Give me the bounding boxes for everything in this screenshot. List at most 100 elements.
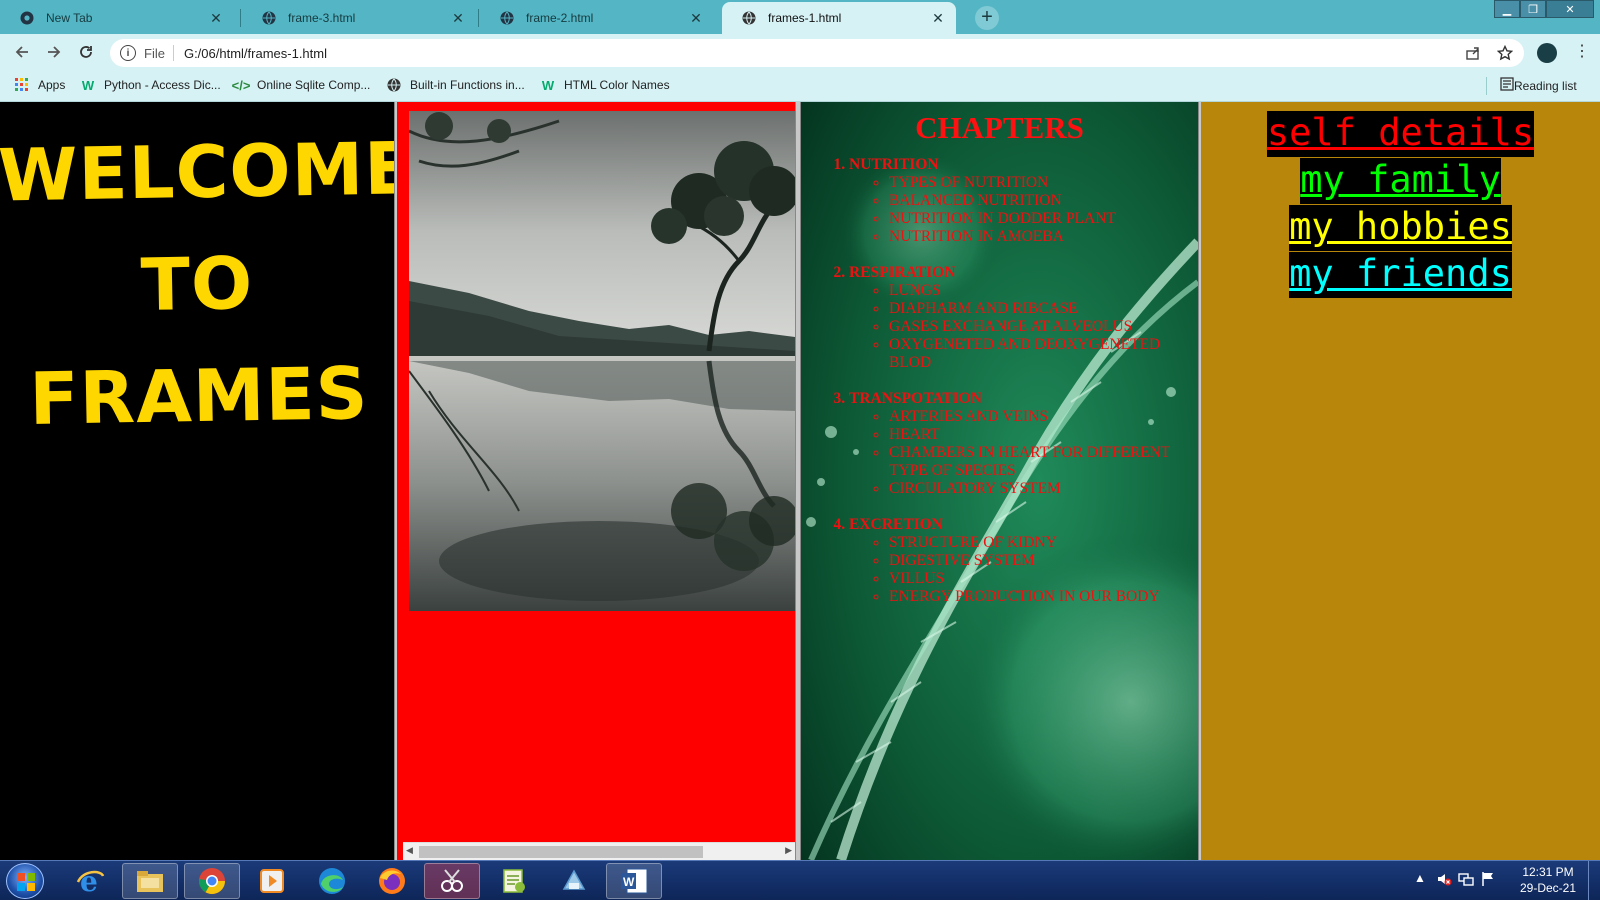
- snipping-tool-icon[interactable]: [424, 863, 480, 899]
- topic-list: LUNGS DIAPHARM AND RIBCASE GASES EXCHANG…: [849, 282, 1198, 372]
- topic-item: ARTERIES AND VEINS: [889, 408, 1198, 426]
- windows-logo-icon: [17, 873, 35, 891]
- chapter-item: EXCRETION STRUCTURE OF KIDNY DIGESTIVE S…: [849, 516, 1198, 606]
- globe-icon: [500, 11, 514, 25]
- close-tab-icon[interactable]: ✕: [208, 10, 224, 26]
- browser-toolbar: i File G:/06/html/frames-1.html ⋮: [0, 34, 1600, 70]
- close-tab-icon[interactable]: ✕: [688, 10, 704, 26]
- bookmarks-bar: Apps W Python - Access Dic... </> Online…: [0, 70, 1600, 102]
- topic-item: HEART: [889, 426, 1198, 444]
- bookmark-online-sqlite[interactable]: </> Online Sqlite Comp...: [232, 77, 371, 93]
- w3schools-icon: W: [541, 77, 555, 93]
- network-icon[interactable]: [1458, 871, 1474, 890]
- chapters-heading: CHAPTERS: [915, 110, 1084, 145]
- nav-links: self details my family my hobbies my fri…: [1201, 110, 1600, 298]
- horizontal-scrollbar[interactable]: ◀ ▶: [403, 842, 795, 860]
- edge-icon[interactable]: [304, 863, 360, 899]
- frame-welcome: WELCOME TO FRAMES: [0, 102, 394, 860]
- bookmark-apps[interactable]: Apps: [14, 77, 65, 93]
- link-my-friends[interactable]: my friends: [1289, 252, 1512, 298]
- chapter-title: NUTRITION: [849, 156, 939, 173]
- start-button[interactable]: [6, 863, 44, 899]
- system-clock[interactable]: 12:31 PM 29-Dec-21: [1508, 864, 1588, 896]
- chapter-title: EXCRETION: [849, 516, 943, 533]
- tab-frame-2[interactable]: frame-2.html ✕: [480, 2, 714, 34]
- topic-item: NUTRITION IN AMOEBA: [889, 228, 1198, 246]
- link-my-family[interactable]: my family: [1300, 158, 1501, 204]
- forward-arrow-icon[interactable]: [44, 42, 64, 62]
- frame-image: ◀ ▶: [397, 102, 795, 860]
- topic-item: TYPES OF NUTRITION: [889, 174, 1198, 192]
- topic-item: VILLUS: [889, 570, 1198, 588]
- topic-list: TYPES OF NUTRITION BALANCED NUTRITION NU…: [849, 174, 1198, 246]
- menu-dots-icon[interactable]: ⋮: [1574, 43, 1590, 61]
- scroll-right-arrow-icon[interactable]: ▶: [785, 845, 792, 856]
- bookmark-label: Apps: [38, 78, 66, 92]
- chrome-icon[interactable]: [184, 863, 240, 899]
- globe-icon: [386, 77, 402, 93]
- info-icon[interactable]: i: [120, 45, 136, 61]
- bookmark-built-in-functions[interactable]: Built-in Functions in...: [386, 77, 525, 93]
- chapters-content: CHAPTERS NUTRITION TYPES OF NUTRITION BA…: [801, 102, 1198, 624]
- bookmark-html-color-names[interactable]: W HTML Color Names: [540, 77, 670, 93]
- star-bookmark-icon[interactable]: [1496, 44, 1514, 62]
- topic-item: NUTRITION IN DODDER PLANT: [889, 210, 1198, 228]
- tab-frames-1[interactable]: frames-1.html ✕: [722, 2, 956, 34]
- bookmark-python-access-dic[interactable]: W Python - Access Dic...: [80, 77, 221, 93]
- link-my-hobbies[interactable]: my hobbies: [1289, 205, 1512, 251]
- lake-tree-photo: [409, 111, 795, 611]
- chapter-item: NUTRITION TYPES OF NUTRITION BALANCED NU…: [849, 156, 1198, 246]
- topic-item: GASES EXCHANGE AT ALVEOLUS: [889, 318, 1198, 336]
- tab-separator: [240, 9, 241, 27]
- close-window-button[interactable]: ✕: [1546, 0, 1594, 18]
- chapter-item: TRANSPOTATION ARTERIES AND VEINS HEART C…: [849, 390, 1198, 498]
- show-hidden-icons-arrow[interactable]: ▲: [1414, 871, 1426, 885]
- reading-list-button[interactable]: Reading list: [1500, 77, 1577, 94]
- welcome-line-1: WELCOME: [0, 126, 394, 218]
- bookmark-label: Built-in Functions in...: [410, 78, 525, 92]
- url-text[interactable]: G:/06/html/frames-1.html: [184, 46, 327, 61]
- chapter-item: RESPIRATION LUNGS DIAPHARM AND RIBCASE G…: [849, 264, 1198, 372]
- bookmark-label: Python - Access Dic...: [104, 78, 221, 92]
- word-icon[interactable]: W: [606, 863, 662, 899]
- minimize-button[interactable]: ▁: [1494, 0, 1520, 18]
- close-tab-icon[interactable]: ✕: [450, 10, 466, 26]
- new-tab-button[interactable]: +: [975, 6, 999, 30]
- url-scheme: File: [144, 45, 165, 61]
- reading-list-icon: [1500, 77, 1514, 94]
- topic-item: CHAMBERS IN HEART FOR DIFFERENT TYPE OF …: [889, 444, 1198, 480]
- reload-icon[interactable]: [76, 42, 96, 62]
- profile-avatar[interactable]: [1537, 43, 1557, 63]
- tab-new-tab[interactable]: New Tab ✕: [0, 2, 234, 34]
- firefox-icon[interactable]: [364, 863, 420, 899]
- volume-muted-icon[interactable]: [1436, 871, 1452, 890]
- internet-explorer-icon[interactable]: e: [62, 863, 118, 899]
- address-bar[interactable]: i File G:/06/html/frames-1.html: [110, 39, 1524, 67]
- tab-frame-3[interactable]: frame-3.html ✕: [242, 2, 476, 34]
- bookmark-label: HTML Color Names: [564, 78, 670, 92]
- restore-button[interactable]: ❐: [1520, 0, 1546, 18]
- topic-item: LUNGS: [889, 282, 1198, 300]
- divider: [1486, 77, 1487, 95]
- reading-list-label: Reading list: [1514, 78, 1577, 93]
- topic-list: ARTERIES AND VEINS HEART CHAMBERS IN HEA…: [849, 408, 1198, 498]
- bookmark-label: Online Sqlite Comp...: [257, 78, 371, 92]
- close-tab-icon[interactable]: ✕: [930, 10, 946, 26]
- share-icon[interactable]: [1464, 44, 1482, 62]
- action-center-flag-icon[interactable]: [1480, 871, 1496, 890]
- frame-links: self details my family my hobbies my fri…: [1201, 102, 1600, 860]
- notepad-plus-plus-icon[interactable]: [486, 863, 542, 899]
- show-desktop-button[interactable]: [1588, 861, 1600, 900]
- link-self-details[interactable]: self details: [1266, 111, 1535, 157]
- file-explorer-icon[interactable]: [122, 863, 178, 899]
- welcome-line-2: TO FRAMES: [28, 241, 370, 441]
- scroll-left-arrow-icon[interactable]: ◀: [406, 845, 413, 856]
- scrollbar-thumb[interactable]: [419, 846, 703, 858]
- chapter-title: TRANSPOTATION: [849, 390, 982, 407]
- tab-title: frame-3.html: [288, 11, 356, 25]
- tab-title: frame-2.html: [526, 11, 594, 25]
- tab-strip: New Tab ✕ frame-3.html ✕ frame-2.html ✕ …: [0, 0, 1600, 34]
- back-arrow-icon[interactable]: [12, 42, 32, 62]
- media-player-icon[interactable]: [244, 863, 300, 899]
- app-icon[interactable]: [546, 863, 602, 899]
